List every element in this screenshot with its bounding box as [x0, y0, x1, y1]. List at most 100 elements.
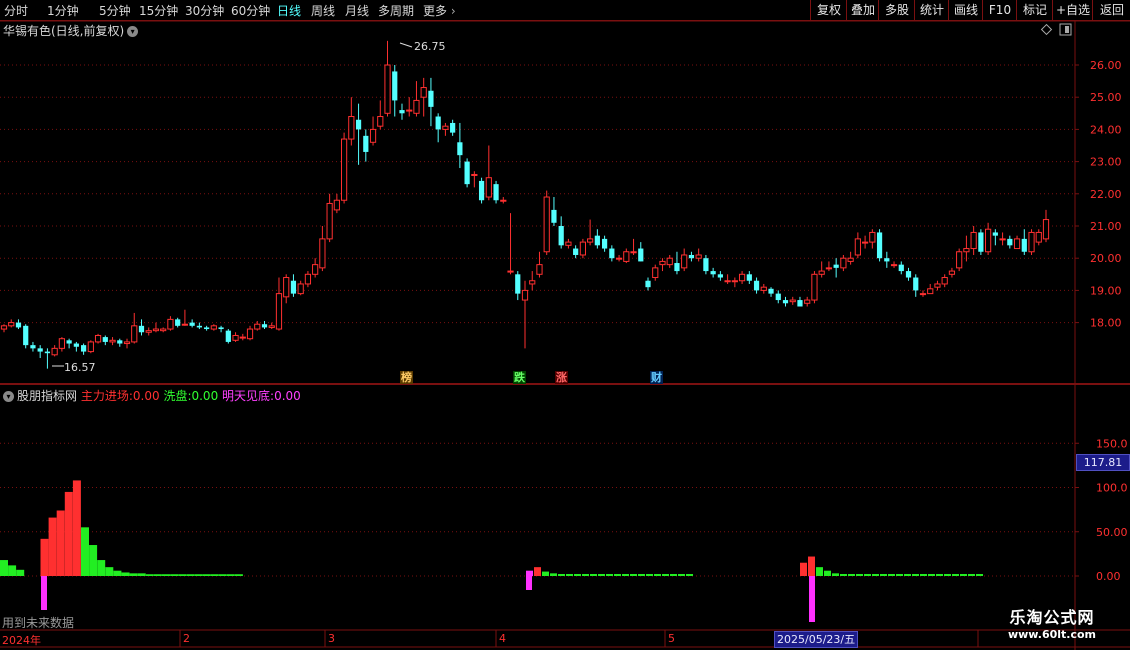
- candle-body-up: [297, 283, 304, 295]
- future-data-note: 用到未来数据: [2, 616, 75, 630]
- candle-body-down: [688, 254, 695, 259]
- candle-body-up: [123, 341, 131, 345]
- candle-body-down: [189, 322, 195, 326]
- candle-body-up: [927, 288, 934, 295]
- indicator-bar-green: [194, 574, 203, 576]
- candle-body-down: [638, 248, 644, 262]
- indicator-bar-green: [89, 545, 98, 576]
- candle-body-up: [623, 251, 630, 262]
- candle-body-up: [543, 196, 550, 253]
- candle-body-up: [152, 328, 160, 332]
- indicator-bar-green: [170, 574, 179, 576]
- watermark-title: 乐淘公式网: [1009, 608, 1095, 627]
- candle-body-up: [384, 64, 391, 114]
- candle-body-down: [218, 327, 224, 330]
- month-label: 4: [499, 632, 506, 645]
- indicator-bar-flat: [630, 574, 637, 576]
- candle-body-up: [51, 347, 58, 356]
- candle-body-up: [507, 270, 514, 273]
- candle-body-up: [529, 280, 536, 285]
- candle-body-up: [145, 330, 152, 333]
- chevron-down-icon[interactable]: ▾: [3, 391, 14, 402]
- candle-body-up: [239, 336, 246, 339]
- candle-body-up: [160, 328, 167, 332]
- indicator-bar-magenta: [526, 576, 532, 590]
- event-mark-zhang[interactable]: 涨: [555, 371, 568, 384]
- indicator-bar-green: [234, 574, 243, 576]
- indicator-bar-flat: [936, 574, 943, 576]
- candle-body-down: [594, 235, 600, 246]
- candle-body-up: [919, 293, 927, 296]
- max-price-label: 26.75: [414, 40, 446, 53]
- candle-body-up: [210, 325, 217, 330]
- candle-body-down: [710, 271, 716, 275]
- candle-body-down: [15, 322, 22, 328]
- candle-body-up: [666, 257, 673, 266]
- indicator-item-label: 洗盘:: [163, 389, 192, 403]
- indicator-bar-spike: [824, 570, 831, 576]
- candle-body-up: [811, 273, 818, 301]
- candle-body-up: [941, 277, 948, 285]
- candle-body-up: [956, 251, 963, 269]
- indicator-bar-flat: [904, 574, 911, 576]
- candle-body-up: [861, 241, 869, 244]
- event-mark-die[interactable]: 跌: [513, 371, 526, 384]
- month-label: 2: [183, 632, 190, 645]
- candle-body-down: [175, 319, 181, 326]
- candle-body-down: [905, 271, 912, 278]
- candle-body-up: [181, 323, 189, 326]
- max-price-marker: 26.75: [399, 40, 446, 53]
- indicator-bar-green: [153, 574, 162, 576]
- indicator-bar-green: [178, 574, 187, 576]
- candle-body-up: [565, 241, 572, 246]
- indicator-bar-flat: [928, 574, 935, 576]
- candle-body-down: [363, 135, 369, 152]
- indicator-item-value: 0.00: [132, 389, 160, 403]
- candle-body-down: [782, 300, 789, 304]
- candle-body-up: [840, 257, 847, 269]
- indicator-bar-red: [56, 510, 65, 576]
- event-mark-cai[interactable]: 财: [650, 371, 663, 384]
- candle-body-down: [558, 226, 564, 246]
- candle-body-down: [1021, 238, 1027, 252]
- candle-body-up: [536, 264, 543, 275]
- indicator-bar-flat: [646, 574, 653, 576]
- year-label: 2024年: [2, 634, 41, 647]
- candle-body-up: [87, 341, 94, 353]
- indicator-bar-flat: [614, 574, 621, 576]
- indicator-bar-green: [105, 567, 114, 576]
- event-mark-bang[interactable]: 榜: [400, 371, 413, 384]
- indicator-bar-spike: [832, 573, 839, 576]
- indicator-item-value: 0.00: [191, 389, 219, 403]
- candle-body-up: [1013, 238, 1021, 250]
- candle-body-down: [450, 122, 456, 133]
- candle-body-up: [579, 241, 586, 256]
- candle-body-up: [94, 334, 102, 343]
- indicator-bar-green: [210, 574, 219, 576]
- month-label: 3: [328, 632, 335, 645]
- candle-body-down: [457, 142, 463, 156]
- chevron-down-icon[interactable]: ▾: [127, 26, 139, 37]
- indicator-bar-flat: [976, 574, 983, 576]
- diamond-icon[interactable]: [1040, 23, 1053, 36]
- candle-body-up: [521, 289, 529, 301]
- candle-body-down: [645, 280, 651, 288]
- indicator-bar-green: [162, 574, 170, 576]
- indicator-bar-green: [121, 572, 130, 576]
- candle-body-down: [717, 274, 723, 278]
- candle-body-down: [66, 340, 72, 344]
- kline-chart[interactable]: 26.0025.0024.0023.0022.0021.0020.0019.00…: [0, 0, 1130, 650]
- candle-body-up: [1035, 231, 1042, 243]
- candle-body-down: [551, 209, 557, 223]
- candle-body-up: [377, 116, 384, 127]
- candle-body-up: [268, 325, 275, 328]
- candle-body-down: [392, 71, 398, 101]
- indicator-bar-flat: [558, 574, 565, 576]
- indicator-bar-green: [129, 573, 138, 576]
- candle-body-up: [0, 325, 8, 330]
- candles: [0, 40, 1050, 369]
- candle-body-down: [225, 330, 231, 342]
- candle-body-down: [30, 345, 36, 349]
- indicator-bar-flat: [566, 574, 573, 576]
- indicator-bar-flat: [968, 574, 975, 576]
